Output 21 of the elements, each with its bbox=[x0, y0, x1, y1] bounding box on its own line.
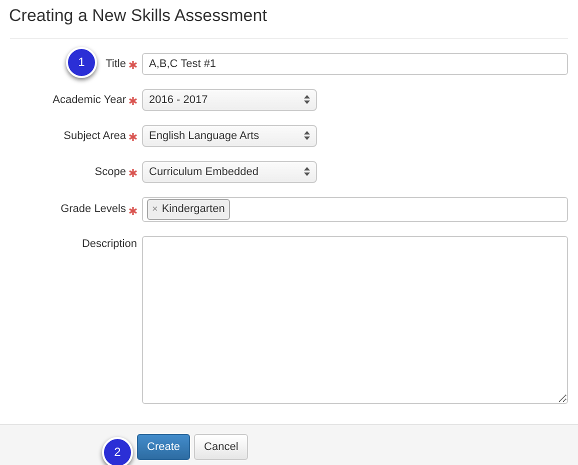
select-field[interactable]: English Language Arts bbox=[142, 125, 317, 147]
field-label: Academic Year bbox=[52, 92, 126, 108]
tag-chip: × Kindergarten bbox=[147, 199, 230, 220]
step-marker: 2 bbox=[102, 436, 133, 465]
select-arrows-icon bbox=[304, 131, 310, 140]
tag-field[interactable]: × Kindergarten bbox=[142, 197, 568, 222]
page-title: Creating a New Skills Assessment bbox=[8, 5, 268, 27]
field-label: Title bbox=[106, 56, 126, 72]
cancel-button[interactable]: Cancel bbox=[194, 434, 248, 460]
text-field[interactable]: A,B,C Test #1 bbox=[142, 53, 568, 75]
select-arrows-icon bbox=[304, 95, 310, 104]
description-field[interactable] bbox=[142, 236, 568, 404]
select-arrows-icon bbox=[304, 167, 310, 176]
field-label: Description bbox=[82, 237, 137, 252]
step-marker: 1 bbox=[66, 46, 97, 78]
field-label: Subject Area bbox=[64, 128, 126, 144]
field-label: Grade Levels bbox=[60, 202, 126, 218]
select-field[interactable]: 2016 - 2017 bbox=[142, 89, 317, 111]
create-button[interactable]: Create bbox=[137, 434, 190, 460]
select-field[interactable]: Curriculum Embedded bbox=[142, 161, 317, 183]
field-label: Scope bbox=[94, 164, 126, 180]
